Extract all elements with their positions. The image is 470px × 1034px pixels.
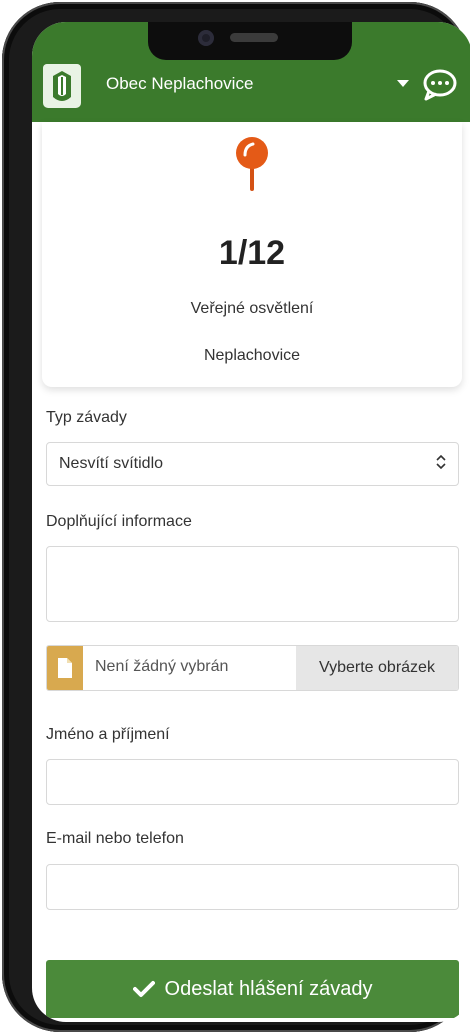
app-title: Obec Neplachovice [106,74,254,93]
chat-bubble-icon[interactable] [421,68,459,102]
speaker-grille [230,33,278,42]
camera-icon [198,30,214,46]
location-card: 1/12 Veřejné osvětlení Neplachovice [42,122,462,387]
chevron-down-icon[interactable] [397,80,409,87]
choose-image-button[interactable]: Vyberte obrázek [296,646,458,690]
contact-label: E-mail nebo telefon [46,830,184,847]
submit-label: Odeslat hlášení závady [164,977,373,1000]
coat-of-arms-logo [43,64,81,108]
file-status-text: Není žádný vybrán [95,658,229,675]
category-label: Veřejné osvětlení [190,300,314,317]
additional-info-label: Doplňující informace [46,513,192,530]
file-icon-badge [47,646,83,690]
phone-notch [148,22,352,60]
location-label: Neplachovice [203,347,301,364]
defect-type-value: Nesvítí svítidlo [59,455,164,472]
phone-frame: Obec Neplachovice 1/12 Veřejné osvětlení… [2,2,470,1032]
contact-input[interactable] [46,864,459,910]
additional-info-textarea[interactable] [46,546,459,622]
check-icon [132,981,155,997]
app-screen: Obec Neplachovice 1/12 Veřejné osvětlení… [32,22,470,1022]
image-file-input[interactable]: Není žádný vybrán Vyberte obrázek [46,645,459,691]
map-pin-icon [236,137,268,191]
report-counter: 1/12 [218,234,286,272]
select-arrows-icon [436,455,446,469]
name-input[interactable] [46,759,459,805]
defect-type-select[interactable]: Nesvítí svítidlo [46,442,459,486]
defect-type-label: Typ závady [46,409,127,426]
submit-report-button[interactable]: Odeslat hlášení závady [46,960,459,1018]
name-label: Jméno a příjmení [46,726,170,743]
